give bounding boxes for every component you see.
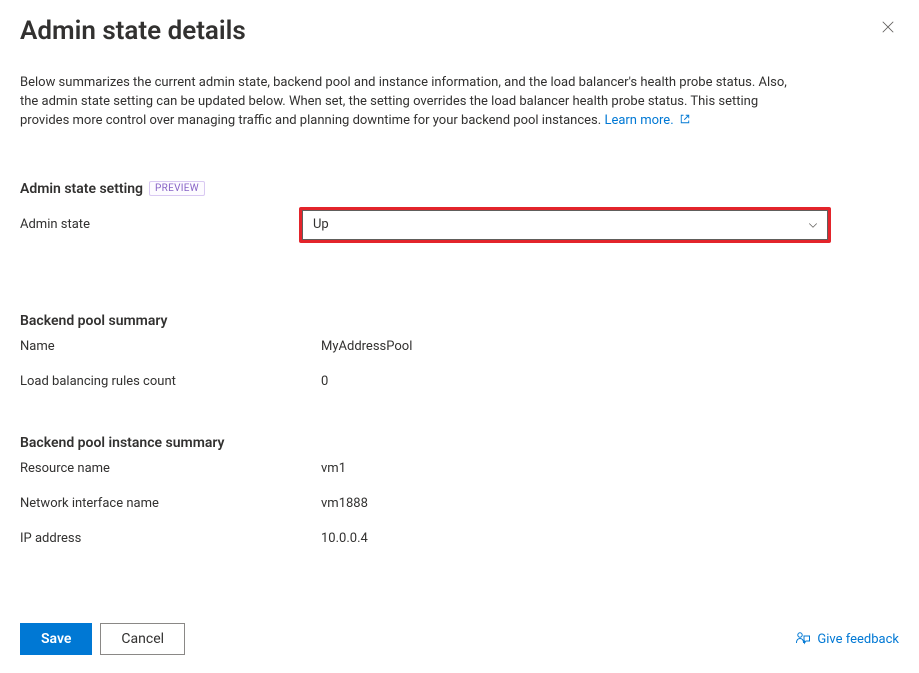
ip-address-value: 10.0.0.4 <box>299 531 368 546</box>
learn-more-label: Learn more. <box>604 113 673 128</box>
intro-paragraph: Below summarizes the current admin state… <box>20 74 800 131</box>
admin-state-highlight: Up <box>299 207 831 243</box>
external-link-icon <box>679 113 691 125</box>
pool-name-label: Name <box>20 339 299 354</box>
backend-pool-heading-text: Backend pool summary <box>20 313 167 329</box>
learn-more-link[interactable]: Learn more. <box>604 113 690 128</box>
save-button[interactable]: Save <box>20 623 92 655</box>
admin-state-dropdown[interactable]: Up <box>302 210 828 240</box>
nic-name-label: Network interface name <box>20 496 299 511</box>
admin-state-label: Admin state <box>20 217 299 232</box>
admin-state-selected: Up <box>313 217 329 232</box>
close-button[interactable] <box>877 16 899 38</box>
close-icon <box>881 20 895 34</box>
resource-name-value: vm1 <box>299 461 346 476</box>
nic-name-value: vm1888 <box>299 496 368 511</box>
backend-pool-heading: Backend pool summary <box>20 313 899 329</box>
page-title: Admin state details <box>20 16 246 46</box>
instance-summary-heading: Backend pool instance summary <box>20 435 899 451</box>
give-feedback-label: Give feedback <box>817 632 899 647</box>
footer-bar: Save Cancel Give feedback <box>20 610 899 673</box>
instance-summary-heading-text: Backend pool instance summary <box>20 435 225 451</box>
admin-state-setting-heading-text: Admin state setting <box>20 181 143 197</box>
admin-state-setting-heading: Admin state setting PREVIEW <box>20 181 899 197</box>
rules-count-label: Load balancing rules count <box>20 374 299 389</box>
ip-address-label: IP address <box>20 531 299 546</box>
preview-badge: PREVIEW <box>149 181 205 196</box>
chevron-down-icon <box>807 219 819 231</box>
pool-name-value: MyAddressPool <box>299 339 412 354</box>
feedback-icon <box>795 631 811 647</box>
resource-name-label: Resource name <box>20 461 299 476</box>
cancel-button[interactable]: Cancel <box>100 623 185 655</box>
give-feedback-link[interactable]: Give feedback <box>795 631 899 647</box>
rules-count-value: 0 <box>299 374 328 389</box>
